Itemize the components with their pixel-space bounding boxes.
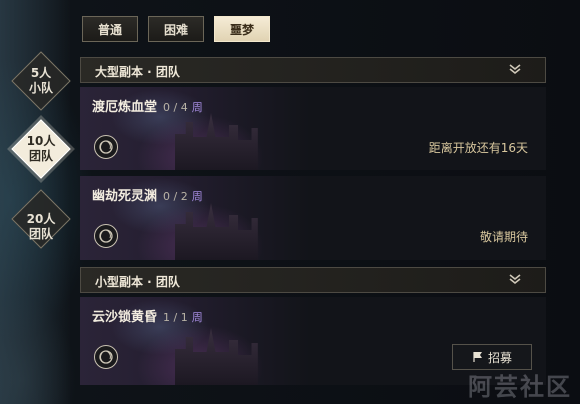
coming-soon-label: 敬请期待 xyxy=(479,230,528,244)
run-count: 0 / 2 xyxy=(163,190,188,203)
section-title: 大型副本 · 团队 xyxy=(95,65,180,79)
week-label: 周 xyxy=(191,311,203,324)
section-header-large-dungeon[interactable]: 大型副本 · 团队 xyxy=(80,57,546,83)
tab-hard[interactable]: 困难 xyxy=(148,16,204,42)
section-header-small-dungeon[interactable]: 小型副本 · 团队 xyxy=(80,267,546,293)
flag-icon xyxy=(473,352,482,362)
tab-normal[interactable]: 普通 xyxy=(82,16,138,42)
run-count: 1 / 1 xyxy=(163,311,188,324)
section-title: 小型副本 · 团队 xyxy=(95,275,180,289)
dungeon-name: 云沙锁黄昏 1 / 1周 xyxy=(92,310,203,325)
dungeon-card[interactable]: 幽劫死灵渊 0 / 2周 敬请期待 xyxy=(80,176,546,260)
recruit-label: 招募 xyxy=(487,350,512,365)
week-label: 周 xyxy=(191,190,203,203)
mode-20-raid-label: 20人 团队 xyxy=(26,212,56,241)
dungeon-name: 渡厄炼血堂 0 / 4周 xyxy=(92,100,203,115)
dungeon-card[interactable]: 渡厄炼血堂 0 / 4周 距离开放还有16天 xyxy=(80,87,546,170)
mode-5-party-label: 5人 小队 xyxy=(28,66,53,95)
swirl-emblem-icon xyxy=(94,345,118,369)
difficulty-tabs: 普通 困难 噩梦 xyxy=(82,16,270,42)
chevron-down-icon[interactable] xyxy=(507,61,523,77)
mode-10-raid-label: 10人 团队 xyxy=(26,134,56,163)
swirl-emblem-icon xyxy=(94,224,118,248)
chevron-down-icon[interactable] xyxy=(507,271,523,287)
run-count: 0 / 4 xyxy=(163,101,188,114)
week-label: 周 xyxy=(191,101,203,114)
dungeon-name: 幽劫死灵渊 0 / 2周 xyxy=(92,189,203,204)
swirl-emblem-icon xyxy=(94,135,118,159)
tab-nightmare[interactable]: 噩梦 xyxy=(214,16,270,42)
watermark-text: 阿芸社区 xyxy=(468,373,572,401)
open-countdown: 距离开放还有16天 xyxy=(428,141,528,155)
